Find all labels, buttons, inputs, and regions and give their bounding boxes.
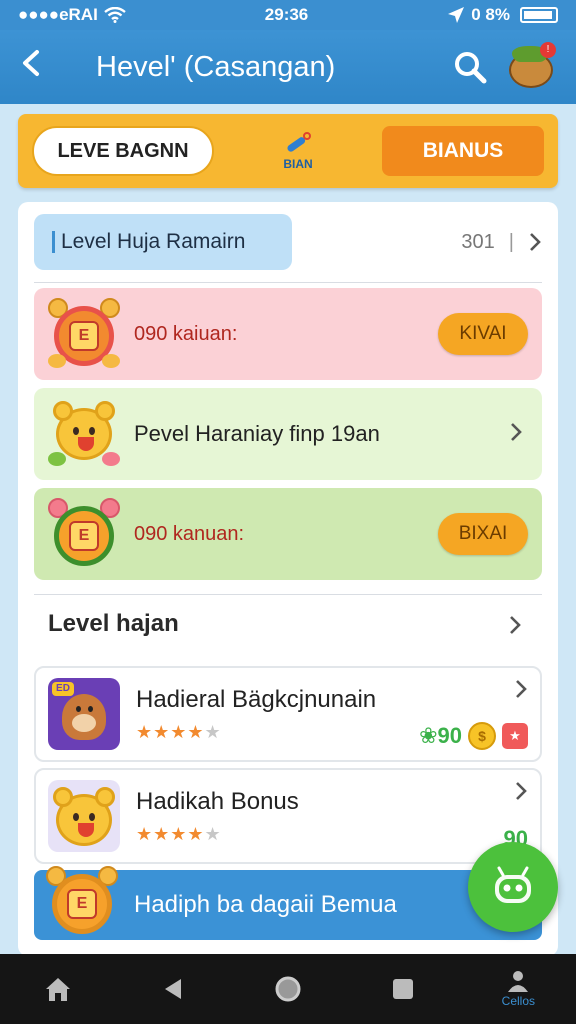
back-icon[interactable] (20, 49, 60, 85)
game-card[interactable]: Hadikah Bonus ★★★★★ 90 (34, 768, 542, 864)
bonus-banner[interactable]: E Hadiph ba dagaii Bemua (34, 866, 542, 940)
nav-home-button[interactable] (248, 974, 328, 1004)
row-action-button[interactable]: KIVAI (438, 313, 528, 355)
section-header[interactable]: Level Huja Ramairn 301 | (34, 214, 542, 270)
avatar[interactable]: ! (506, 42, 556, 92)
search-icon[interactable] (448, 45, 492, 89)
nav-home[interactable] (18, 975, 98, 1003)
nav-profile[interactable]: Cellos (478, 970, 558, 1008)
status-bar: ●●●●eRAI 29:36 0 8% (0, 0, 576, 30)
main-card: Level Huja Ramairn 301 | E 090 kaiuan: K… (18, 202, 558, 956)
section-title: Level Huja Ramairn (34, 214, 292, 270)
coin-icon: $ (468, 722, 496, 750)
count-separator: | (508, 230, 514, 253)
banner-label: Hadiph ba dagaii Bemua (134, 891, 397, 918)
section-count-wrap: 301 | (461, 231, 542, 254)
chevron-right-icon (530, 233, 541, 251)
subsection-title: Level hajan (48, 610, 179, 637)
tab-middle[interactable]: BIAN (214, 131, 382, 171)
row-label: Pevel Haraniay finp 19an (134, 421, 380, 446)
back-triangle-icon (164, 979, 181, 999)
clock-time: 29:36 (264, 5, 309, 24)
battery-percent: 0 8% (471, 5, 510, 24)
game-side: ❀90 $ ★ (419, 678, 528, 750)
section-title-label: Level Huja Ramairn (61, 230, 246, 253)
points-value: ❀90 (419, 723, 462, 748)
list-item[interactable]: E 090 kaiuan: KIVAI (34, 288, 542, 380)
game-title: Hadieral Bägkcjnunain (136, 685, 377, 713)
tab-middle-label: BIAN (283, 157, 313, 171)
row-action-button[interactable]: BIXAI (438, 513, 528, 555)
row-label: 090 kanuan: (134, 522, 245, 545)
bear-game-icon (48, 780, 120, 852)
list-item[interactable]: Pevel Haraniay finp 19an (34, 388, 542, 480)
game-info: Hadieral Bägkcjnunain ★★★★★ (120, 686, 419, 743)
tab-strip: LEVE BAGNN BIAN BIANUS (18, 114, 558, 188)
game-title: Hadikah Bonus (136, 787, 299, 815)
divider (34, 282, 542, 283)
app-bar: Hevel' (Casangan) ! (0, 30, 576, 104)
pen-icon (287, 132, 311, 152)
status-left: ●●●●eRAI (18, 5, 126, 25)
game-info: Hadikah Bonus ★★★★★ (120, 788, 504, 845)
notification-badge: ! (540, 42, 556, 58)
bottom-nav: Cellos (0, 954, 576, 1024)
divider (34, 594, 542, 595)
chat-fab-button[interactable] (468, 842, 558, 932)
location-icon (448, 7, 465, 23)
bear-icon (48, 398, 120, 470)
row-label: 090 kaiuan: (134, 322, 238, 345)
circle-icon (275, 976, 301, 1002)
tab-bonus[interactable]: BIANUS (382, 126, 544, 176)
beaver-game-icon: ED (48, 678, 120, 750)
home-icon (45, 978, 70, 1001)
robot-icon (495, 866, 531, 903)
alarm-clock-icon: E (48, 298, 120, 370)
star-rating: ★★★★★ (136, 721, 222, 742)
section-count: 301 (461, 230, 495, 253)
chevron-right-icon (516, 680, 527, 698)
nav-profile-label: Cellos (501, 994, 536, 1008)
nav-back[interactable] (133, 976, 213, 1002)
star-rating: ★★★★★ (136, 823, 222, 844)
chevron-right-icon[interactable] (508, 612, 522, 643)
chevron-right-icon (516, 782, 527, 800)
page-title: Hevel' (Casangan) (96, 50, 336, 83)
status-right: 0 8% (447, 5, 558, 25)
alarm-clock-icon: E (48, 498, 120, 570)
wifi-icon (104, 7, 126, 23)
tab-level[interactable]: LEVE BAGNN (32, 126, 214, 176)
chevron-right-icon (504, 419, 528, 450)
game-card[interactable]: ED Hadieral Bägkcjnunain ★★★★★ ❀90 $ ★ (34, 666, 542, 762)
list-item[interactable]: E 090 kanuan: BIXAI (34, 488, 542, 580)
gift-icon: ★ (502, 723, 528, 749)
nav-recents[interactable] (363, 976, 443, 1002)
points: ❀90 $ ★ (419, 722, 528, 750)
square-icon (393, 979, 414, 999)
person-icon (508, 971, 529, 992)
battery-icon (519, 7, 558, 23)
carrier-label: ●●●●eRAI (18, 5, 98, 24)
alarm-clock-icon: E (46, 866, 118, 938)
